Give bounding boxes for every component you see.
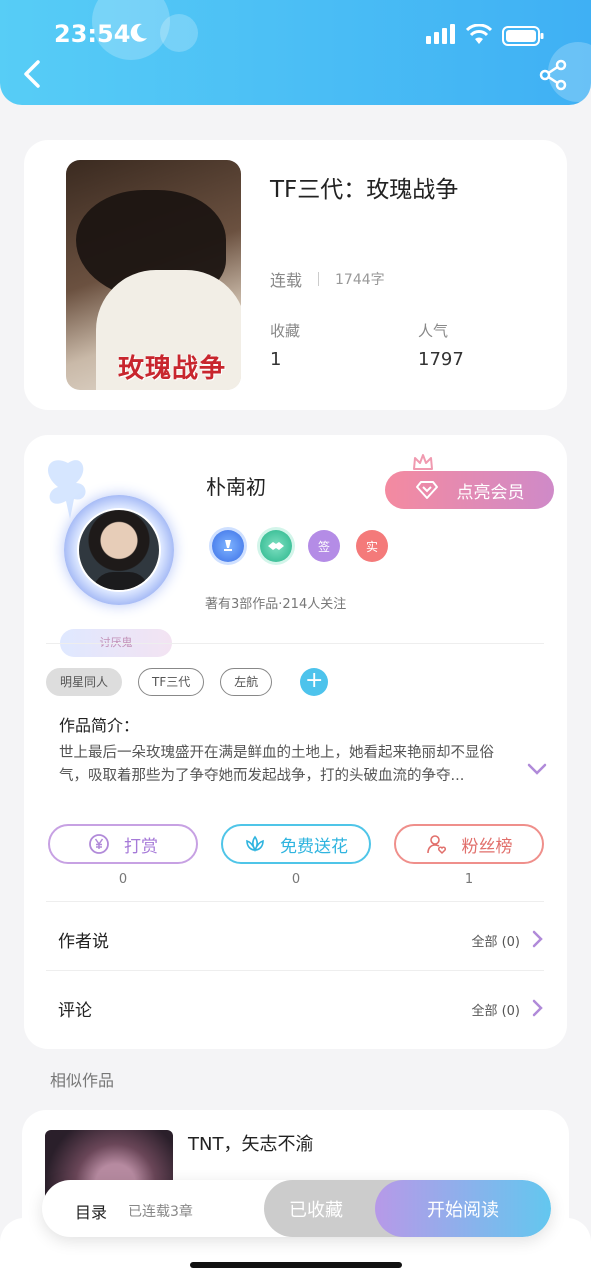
divider xyxy=(46,901,544,902)
top-header: 23:54 xyxy=(0,0,591,105)
verified-badge[interactable]: 实 xyxy=(356,530,388,562)
lotus-icon xyxy=(246,835,264,853)
chevron-down-icon[interactable] xyxy=(526,761,548,777)
favorites-value: 1 xyxy=(270,349,282,370)
author-badges: 签 实 xyxy=(212,530,404,562)
popularity-stat: 人气 1797 xyxy=(418,320,464,370)
user-heart-icon xyxy=(426,835,446,855)
cover-title: 玫瑰战争 xyxy=(118,354,227,384)
popularity-value: 1797 xyxy=(418,349,464,370)
tag-chip[interactable]: TF三代 xyxy=(138,668,205,696)
author-card: 讨厌鬼 朴南初 点亮会员 签 实 著有3部作品·214人关注 明星同人 TF三代… xyxy=(24,435,567,1049)
similar-work-title[interactable]: TNT，矢志不渝 xyxy=(188,1130,313,1156)
serial-status: 连载 xyxy=(270,271,303,290)
decor-bubble xyxy=(160,14,198,52)
reward-count: 0 xyxy=(118,872,128,887)
favorited-label: 已收藏 xyxy=(289,1199,343,1221)
writer-medal-icon[interactable] xyxy=(212,530,244,562)
send-flower-button[interactable]: 免费送花 xyxy=(221,824,371,864)
toc-status[interactable]: 已连载3章 xyxy=(128,1201,193,1221)
reward-button[interactable]: 打赏 xyxy=(48,824,198,864)
fan-ranking-label: 粉丝榜 xyxy=(461,836,513,857)
start-reading-label: 开始阅读 xyxy=(427,1199,499,1221)
signed-badge[interactable]: 签 xyxy=(308,530,340,562)
signal-icon xyxy=(426,24,455,44)
comments-label: 评论 xyxy=(58,1001,92,1021)
vip-button[interactable]: 点亮会员 xyxy=(385,471,554,509)
avatar-figure xyxy=(93,572,149,590)
home-indicator xyxy=(190,1262,402,1268)
similar-works-heading: 相似作品 xyxy=(50,1071,115,1090)
battery-icon xyxy=(502,26,544,46)
add-tag-button[interactable]: + xyxy=(300,668,329,696)
book-title: TF三代：玫瑰战争 xyxy=(270,177,459,203)
intro-label: 作品简介： xyxy=(59,716,140,735)
divider xyxy=(46,970,544,971)
handshake-medal-icon[interactable] xyxy=(260,530,292,562)
bottom-action-bar: 目录 已连载3章 已收藏 开始阅读 xyxy=(42,1180,551,1237)
yen-coin-icon xyxy=(89,834,109,854)
book-status-row: 连载 1744字 xyxy=(270,267,385,291)
divider xyxy=(318,272,320,286)
reward-label: 打赏 xyxy=(124,836,158,857)
diamond-icon xyxy=(415,481,438,499)
moon-icon xyxy=(130,23,147,42)
divider xyxy=(46,643,544,644)
back-icon[interactable] xyxy=(18,56,50,92)
author-says-count: 全部 (0) xyxy=(471,935,520,950)
comments-row[interactable]: 评论 全部 (0) xyxy=(46,978,544,1038)
share-icon[interactable] xyxy=(536,58,570,92)
author-says-label: 作者说 xyxy=(58,932,109,952)
author-name[interactable]: 朴南初 xyxy=(206,471,266,500)
tag-chip[interactable]: 左航 xyxy=(220,668,273,696)
fan-count: 1 xyxy=(464,872,474,887)
send-flower-label: 免费送花 xyxy=(280,836,348,857)
flower-count: 0 xyxy=(291,872,301,887)
wifi-icon xyxy=(466,24,492,44)
author-meta: 著有3部作品·214人关注 xyxy=(205,597,347,612)
word-count: 1744字 xyxy=(335,272,385,288)
tag-list: 明星同人 TF三代 左航 + xyxy=(46,668,329,696)
chevron-right-icon xyxy=(532,930,543,948)
vip-button-label: 点亮会员 xyxy=(456,482,525,503)
start-reading-button[interactable]: 开始阅读 xyxy=(375,1180,551,1237)
popularity-label: 人气 xyxy=(418,322,449,340)
crown-icon xyxy=(413,454,433,470)
fan-ranking-button[interactable]: 粉丝榜 xyxy=(394,824,544,864)
toc-button[interactable]: 目录 xyxy=(75,1199,107,1223)
intro-text: 世上最后一朵玫瑰盛开在满是鲜血的土地上，她看起来艳丽却不显俗气，吸取着那些为了争… xyxy=(59,745,494,784)
avatar xyxy=(77,508,161,592)
status-time: 23:54 xyxy=(54,20,131,48)
favorites-stat: 收藏 1 xyxy=(270,320,300,370)
author-says-row[interactable]: 作者说 全部 (0) xyxy=(46,909,544,969)
avatar-frame[interactable]: 讨厌鬼 xyxy=(34,453,184,657)
book-info-card: 玫瑰战争 TF三代：玫瑰战争 连载 1744字 收藏 1 人气 1797 xyxy=(24,140,567,410)
chevron-right-icon xyxy=(532,999,543,1017)
comments-count: 全部 (0) xyxy=(471,1004,520,1019)
tag-chip[interactable]: 明星同人 xyxy=(46,668,123,696)
book-cover[interactable]: 玫瑰战争 xyxy=(66,160,241,390)
favorites-label: 收藏 xyxy=(270,322,301,340)
